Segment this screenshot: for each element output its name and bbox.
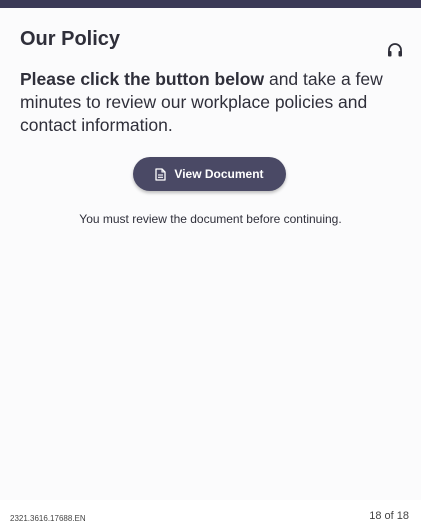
intro-bold-text: Please click the button below xyxy=(20,69,265,89)
build-id: 2321.3616.17688.EN xyxy=(10,514,86,523)
view-document-button[interactable]: View Document xyxy=(133,157,286,191)
document-icon xyxy=(155,167,167,181)
footer: 2321.3616.17688.EN 18 of 18 xyxy=(0,500,421,528)
view-document-label: View Document xyxy=(174,167,264,181)
page-count: 18 of 18 xyxy=(369,510,409,522)
headphones-icon[interactable] xyxy=(387,43,403,57)
page-title: Our Policy xyxy=(20,28,121,50)
review-notice: You must review the document before cont… xyxy=(79,212,342,226)
intro-text: Please click the button below and take a… xyxy=(20,68,405,137)
